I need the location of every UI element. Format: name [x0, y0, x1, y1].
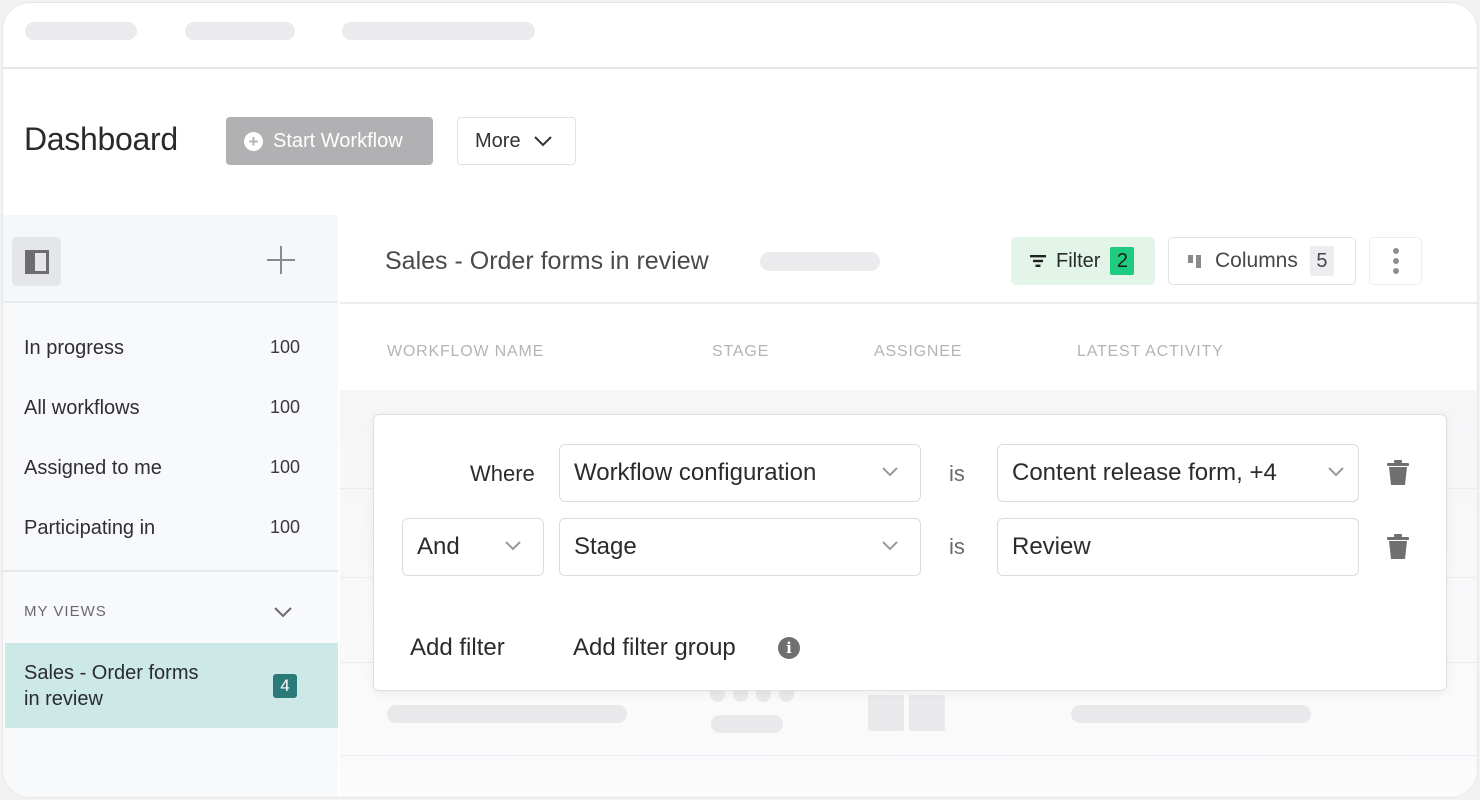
sidebar-item-assigned-to-me[interactable]: Assigned to me 100: [24, 457, 300, 480]
more-label: More: [475, 129, 521, 152]
sidebar-panel-icon: [25, 250, 49, 274]
top-navigation: [3, 3, 1477, 69]
start-workflow-label: Start Workflow: [273, 129, 403, 152]
sidebar-view-sales-order-forms[interactable]: Sales - Order forms in review 4: [5, 643, 338, 728]
kebab-dot: [1392, 248, 1399, 254]
avatar-placeholder: [710, 690, 725, 702]
filter-value-input[interactable]: Review: [997, 518, 1359, 576]
sidebar-header: [3, 215, 338, 303]
filter-value: Content release form, +4: [1012, 459, 1277, 486]
info-icon[interactable]: i: [778, 637, 800, 659]
filter-popover: Where Workflow configuration is Content …: [373, 414, 1447, 691]
sidebar-item-count: 100: [269, 517, 300, 537]
view-label: Sales - Order forms in review: [24, 662, 199, 710]
sidebar-item-in-progress[interactable]: In progress 100: [24, 337, 300, 360]
assignee-placeholder: [909, 695, 945, 731]
plus-circle-icon: +: [244, 131, 263, 151]
sidebar-item-count: 100: [269, 337, 300, 357]
filter-count-badge: 2: [1110, 247, 1135, 275]
avatar-placeholder: [779, 690, 794, 702]
add-filter-link[interactable]: Add filter: [410, 634, 505, 662]
filter-value: Review: [1012, 533, 1091, 560]
activity-placeholder: [1071, 705, 1311, 723]
column-header-assignee[interactable]: ASSIGNEE: [874, 343, 962, 361]
filter-label: Filter: [1056, 249, 1101, 272]
start-workflow-button[interactable]: + Start Workflow: [226, 117, 433, 165]
table-row-divider: [340, 755, 1477, 756]
sidebar-item-count: 100: [269, 457, 300, 477]
operator-label: is: [949, 461, 965, 486]
columns-label: Columns: [1215, 249, 1298, 272]
columns-button[interactable]: Columns 5: [1168, 237, 1356, 285]
sidebar-item-label: In progress: [24, 337, 125, 359]
avatar-placeholder: [756, 690, 771, 702]
trash-icon[interactable]: [1386, 534, 1410, 560]
more-options-button[interactable]: [1369, 237, 1422, 285]
chevron-down-icon: [533, 136, 552, 147]
sidebar-item-count: 100: [269, 397, 300, 417]
sidebar-toggle-button[interactable]: [12, 237, 61, 286]
page-title: Dashboard: [24, 121, 178, 157]
filter-field-select[interactable]: Workflow configuration: [559, 444, 921, 502]
nav-placeholder: [25, 22, 137, 40]
filter-field-select[interactable]: Stage: [559, 518, 921, 576]
nav-placeholder: [185, 22, 295, 40]
where-label: Where: [470, 461, 535, 486]
sidebar-item-label: All workflows: [24, 397, 140, 419]
row-name-placeholder: [387, 705, 627, 723]
columns-icon: [1188, 255, 1201, 268]
connector-value: And: [417, 533, 460, 560]
filter-value-select[interactable]: Content release form, +4: [997, 444, 1359, 502]
sidebar: In progress 100 All workflows 100 Assign…: [3, 215, 338, 797]
filter-field-value: Stage: [574, 533, 637, 560]
kebab-dot: [1392, 258, 1399, 264]
stage-placeholder: [711, 715, 783, 733]
filter-field-value: Workflow configuration: [574, 459, 817, 486]
operator-label: is: [949, 534, 965, 559]
sidebar-item-label: Assigned to me: [24, 457, 162, 479]
add-view-icon[interactable]: [267, 245, 297, 275]
chevron-down-icon: [882, 541, 898, 551]
view-header: Sales - Order forms in review Filter 2 C…: [340, 215, 1477, 304]
chevron-down-icon[interactable]: [273, 605, 293, 619]
my-views-section-label: MY VIEWS: [24, 603, 107, 620]
nav-placeholder: [342, 22, 535, 40]
app-window: Dashboard + Start Workflow More In progr…: [2, 2, 1478, 798]
view-title: Sales - Order forms in review: [385, 247, 709, 275]
chevron-down-icon: [882, 467, 898, 477]
sidebar-item-all-workflows[interactable]: All workflows 100: [24, 397, 300, 420]
add-filter-group-link[interactable]: Add filter group: [573, 634, 736, 662]
sidebar-item-label: Participating in: [24, 517, 156, 539]
column-header-workflow-name[interactable]: WORKFLOW NAME: [387, 343, 544, 361]
sidebar-item-participating-in[interactable]: Participating in 100: [24, 517, 300, 540]
view-subtitle-placeholder: [760, 252, 880, 271]
kebab-dot: [1392, 268, 1399, 274]
more-dropdown-button[interactable]: More: [457, 117, 576, 165]
view-count-badge: 4: [273, 674, 297, 698]
avatar-placeholder: [733, 690, 748, 702]
filter-icon: [1030, 255, 1046, 267]
chevron-down-icon: [505, 541, 521, 551]
sidebar-divider: [3, 570, 338, 572]
chevron-down-icon: [1328, 467, 1344, 477]
trash-icon[interactable]: [1386, 460, 1410, 486]
column-header-latest-activity[interactable]: LATEST ACTIVITY: [1077, 343, 1224, 361]
column-header-stage[interactable]: STAGE: [712, 343, 769, 361]
filter-button[interactable]: Filter 2: [1011, 237, 1155, 285]
assignee-placeholder: [868, 695, 904, 731]
connector-select[interactable]: And: [402, 518, 544, 576]
columns-count-badge: 5: [1309, 246, 1334, 276]
